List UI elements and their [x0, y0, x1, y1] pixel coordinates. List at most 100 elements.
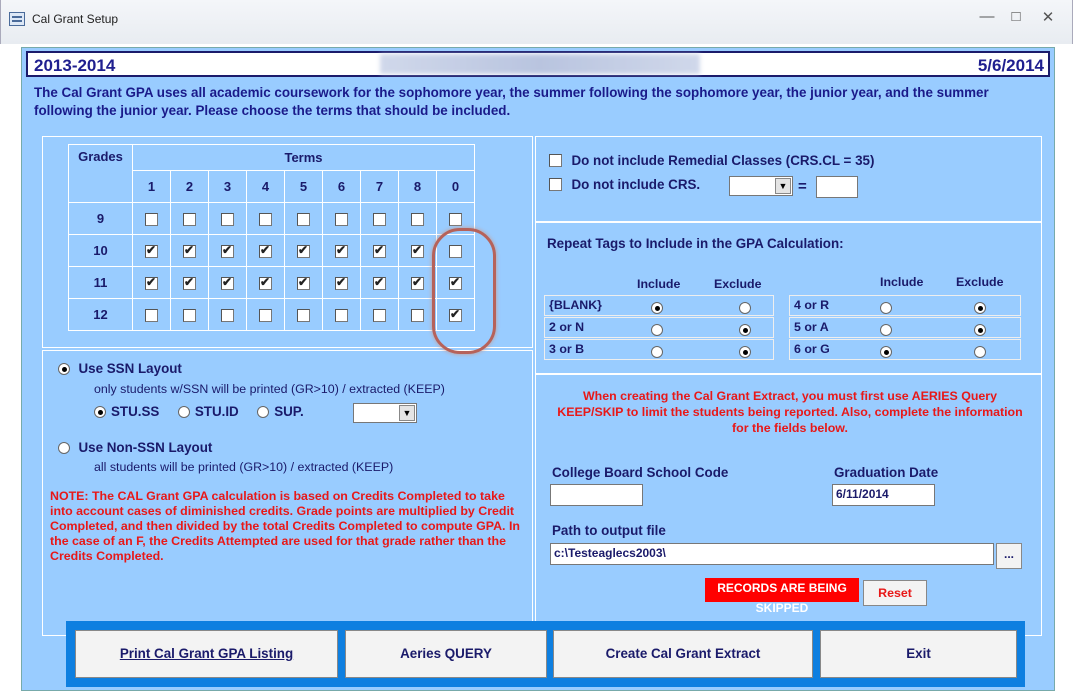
- crs-field-dropdown[interactable]: ▼: [729, 176, 793, 196]
- term-checkbox[interactable]: [335, 275, 348, 291]
- term-checkbox[interactable]: [411, 243, 424, 259]
- repeat-tag-label: 4 or R: [794, 298, 830, 312]
- repeat-tag-row: 2 or N: [544, 317, 774, 338]
- ssn-layout-label: Use SSN Layout: [78, 361, 182, 376]
- term-cell: [208, 266, 247, 299]
- term-checkbox[interactable]: [411, 213, 424, 227]
- include-radio[interactable]: [880, 345, 892, 358]
- output-path-input[interactable]: c:\Testeaglecs2003\: [550, 543, 994, 565]
- term-cell: [132, 234, 171, 267]
- term-cell: [284, 202, 323, 235]
- term-checkbox[interactable]: [221, 213, 234, 227]
- maximize-button[interactable]: □: [1004, 8, 1028, 25]
- reset-button[interactable]: Reset: [863, 580, 927, 606]
- term-checkbox[interactable]: [297, 275, 310, 291]
- sup-radio[interactable]: [257, 405, 270, 418]
- ssn-layout-option[interactable]: Use SSN Layout: [58, 360, 182, 378]
- exclude-radio[interactable]: [974, 345, 986, 358]
- exclude-radio[interactable]: [739, 345, 751, 358]
- term-header-8: 8: [398, 170, 437, 203]
- term-checkbox[interactable]: [145, 213, 158, 227]
- crs-checkbox[interactable]: [549, 178, 562, 192]
- exclude-radio[interactable]: [974, 301, 986, 314]
- term-checkbox[interactable]: [335, 213, 348, 227]
- close-button[interactable]: ✕: [1036, 8, 1060, 26]
- grade-label: 10: [68, 234, 133, 267]
- nonssn-layout-radio[interactable]: [58, 441, 70, 454]
- gpa-note: NOTE: The CAL Grant GPA calculation is b…: [50, 489, 520, 563]
- college-board-code-input[interactable]: [550, 484, 643, 506]
- term-checkbox[interactable]: [221, 243, 234, 259]
- stu-ss-label: STU.SS: [111, 404, 160, 419]
- term-cell: [246, 266, 285, 299]
- crs-value-input[interactable]: [816, 176, 858, 198]
- term-checkbox[interactable]: [259, 213, 272, 227]
- term-cell: [132, 298, 171, 331]
- sup-dropdown[interactable]: ▼: [353, 403, 417, 423]
- remedial-label: Do not include Remedial Classes (CRS.CL …: [571, 153, 875, 168]
- repeat-tag-label: 6 or G: [794, 342, 830, 356]
- term-checkbox[interactable]: [259, 275, 272, 291]
- term-checkbox[interactable]: [449, 213, 462, 227]
- term-cell: [322, 234, 361, 267]
- term-checkbox[interactable]: [145, 275, 158, 291]
- nonssn-layout-option[interactable]: Use Non-SSN Layout: [58, 439, 212, 457]
- minimize-button[interactable]: —: [975, 8, 999, 25]
- term-checkbox[interactable]: [221, 275, 234, 291]
- crs-filter[interactable]: Do not include CRS.: [549, 176, 700, 194]
- term-checkbox[interactable]: [221, 309, 234, 323]
- term-checkbox[interactable]: [183, 243, 196, 259]
- chevron-down-icon[interactable]: ▼: [775, 178, 791, 194]
- remedial-checkbox[interactable]: [549, 154, 562, 168]
- repeat-tag-row: 5 or A: [789, 317, 1021, 338]
- term-checkbox[interactable]: [259, 243, 272, 259]
- grade-row: 9: [68, 202, 475, 235]
- repeat-tags-title: Repeat Tags to Include in the GPA Calcul…: [547, 236, 844, 251]
- annotation-ellipse: [432, 228, 496, 354]
- ssn-layout-desc: only students w/SSN will be printed (GR>…: [94, 382, 445, 396]
- term-cell: [132, 202, 171, 235]
- stu-id-radio[interactable]: [177, 405, 190, 418]
- term-checkbox[interactable]: [373, 243, 386, 259]
- term-checkbox[interactable]: [411, 275, 424, 291]
- aeries-query-button[interactable]: Aeries QUERY: [345, 630, 547, 678]
- graduation-date-input[interactable]: 6/11/2014: [832, 484, 935, 506]
- grade-row: 11: [68, 266, 475, 299]
- include-radio[interactable]: [651, 345, 663, 358]
- term-checkbox[interactable]: [183, 309, 196, 323]
- term-checkbox[interactable]: [373, 275, 386, 291]
- include-radio[interactable]: [880, 323, 892, 336]
- remedial-filter[interactable]: Do not include Remedial Classes (CRS.CL …: [549, 152, 874, 170]
- stu-id-label: STU.ID: [194, 404, 239, 419]
- exit-button[interactable]: Exit: [820, 630, 1017, 678]
- exclude-radio[interactable]: [974, 323, 986, 336]
- print-listing-button[interactable]: Print Cal Grant GPA Listing: [75, 630, 338, 678]
- term-checkbox[interactable]: [259, 309, 272, 323]
- browse-button[interactable]: ...: [996, 543, 1022, 569]
- include-radio[interactable]: [880, 301, 892, 314]
- grade-label: 12: [68, 298, 133, 331]
- window-title: Cal Grant Setup: [32, 12, 119, 26]
- term-checkbox[interactable]: [335, 309, 348, 323]
- term-checkbox[interactable]: [297, 309, 310, 323]
- term-checkbox[interactable]: [297, 243, 310, 259]
- term-checkbox[interactable]: [411, 309, 424, 323]
- term-checkbox[interactable]: [373, 213, 386, 227]
- term-checkbox[interactable]: [183, 213, 196, 227]
- stu-ss-radio[interactable]: [94, 405, 106, 418]
- term-checkbox[interactable]: [335, 243, 348, 259]
- ssn-layout-radio[interactable]: [58, 362, 70, 375]
- exclude-radio[interactable]: [739, 323, 751, 336]
- term-checkbox[interactable]: [373, 309, 386, 323]
- exclude-radio[interactable]: [739, 301, 751, 314]
- include-radio[interactable]: [651, 301, 663, 314]
- term-checkbox[interactable]: [145, 243, 158, 259]
- chevron-down-icon[interactable]: ▼: [399, 405, 415, 421]
- create-extract-button[interactable]: Create Cal Grant Extract: [553, 630, 813, 678]
- term-checkbox[interactable]: [145, 309, 158, 323]
- term-cell: [284, 234, 323, 267]
- term-checkbox[interactable]: [183, 275, 196, 291]
- include-radio[interactable]: [651, 323, 663, 336]
- term-header-6: 6: [322, 170, 361, 203]
- term-checkbox[interactable]: [297, 213, 310, 227]
